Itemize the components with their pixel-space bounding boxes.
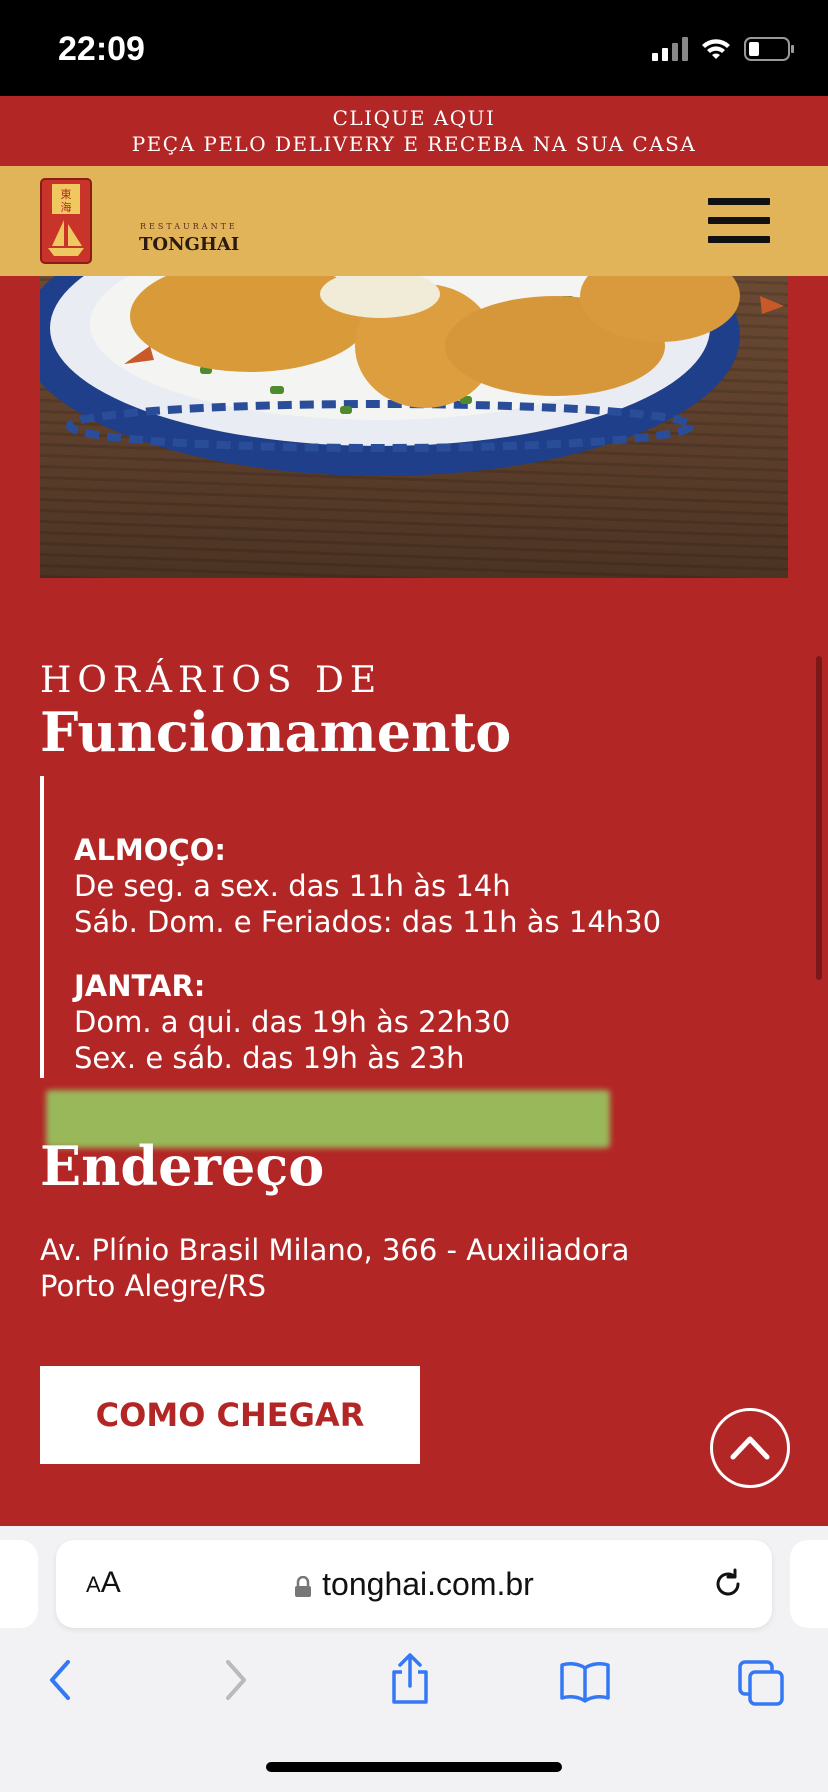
address-bar[interactable]: AA tonghai.com.br	[56, 1540, 772, 1628]
svg-text:東: 東	[61, 188, 72, 201]
logo-name: TONGHAI	[139, 234, 240, 255]
home-indicator[interactable]	[266, 1762, 562, 1772]
dinner-label: JANTAR:	[74, 969, 206, 1003]
dinner-hours: JANTAR: Dom. a qui. das 19h às 22h30 Sex…	[74, 968, 760, 1076]
hours-title: Funcionamento	[40, 700, 512, 764]
hamburger-menu-button[interactable]	[708, 198, 770, 244]
lunch-line-1: De seg. a sex. das 11h às 14h	[74, 869, 511, 903]
previous-tab-preview[interactable]	[0, 1540, 38, 1628]
site-header: 東 海 RESTAURANTE TONGHAI	[0, 166, 828, 276]
junk-boat-logo-icon: 東 海	[40, 178, 92, 264]
status-time: 22:09	[58, 30, 145, 68]
url-display[interactable]: tonghai.com.br	[56, 1566, 772, 1603]
forward-icon[interactable]	[216, 1650, 256, 1710]
address-line-2: Porto Alegre/RS	[40, 1269, 267, 1303]
signal-icon	[652, 37, 688, 61]
browser-toolbar	[0, 1650, 828, 1760]
promo-line-2: PEÇA PELO DELIVERY E RECEBA NA SUA CASA	[131, 132, 697, 156]
directions-button[interactable]: COMO CHEGAR	[40, 1366, 420, 1464]
back-icon[interactable]	[40, 1650, 80, 1710]
battery-icon	[744, 37, 794, 61]
next-tab-preview[interactable]	[790, 1540, 828, 1628]
tabs-icon[interactable]	[736, 1650, 788, 1710]
lunch-hours: ALMOÇO: De seg. a sex. das 11h às 14h Sá…	[74, 832, 760, 940]
menu-icon-bar	[708, 217, 770, 224]
dinner-line-1: Dom. a qui. das 19h às 22h30	[74, 1005, 511, 1039]
logo-subtitle: RESTAURANTE	[140, 222, 238, 231]
delivery-promo-link[interactable]: CLIQUE AQUI PEÇA PELO DELIVERY E RECEBA …	[0, 96, 828, 166]
menu-icon-bar	[708, 198, 770, 205]
fried-shrimp-plate-illustration	[40, 276, 784, 476]
url-text: tonghai.com.br	[322, 1566, 534, 1602]
promo-line-1: CLIQUE AQUI	[332, 106, 496, 130]
scroll-to-top-button[interactable]	[710, 1408, 790, 1488]
reload-icon[interactable]	[710, 1566, 746, 1602]
page-scrollbar[interactable]	[816, 656, 822, 980]
wifi-icon	[702, 39, 730, 59]
status-bar: 22:09	[0, 0, 828, 96]
chevron-up-icon	[730, 1436, 770, 1460]
svg-text:海: 海	[61, 200, 72, 214]
hours-eyebrow: HORÁRIOS DE	[40, 660, 383, 701]
dinner-line-2: Sex. e sáb. das 19h às 23h	[74, 1041, 465, 1075]
address-title: Endereço	[40, 1134, 325, 1198]
menu-icon-bar	[708, 236, 770, 243]
address-line-1: Av. Plínio Brasil Milano, 366 - Auxiliad…	[40, 1233, 630, 1267]
lock-icon	[295, 1575, 312, 1597]
hours-box: ALMOÇO: De seg. a sex. das 11h às 14h Sá…	[40, 776, 760, 1078]
status-icons	[652, 36, 796, 62]
browser-chrome: AA tonghai.com.br	[0, 1526, 828, 1792]
lunch-line-2: Sáb. Dom. e Feriados: das 11h às 14h30	[74, 905, 662, 939]
bookmarks-icon[interactable]	[558, 1650, 612, 1710]
food-image	[40, 276, 788, 578]
lunch-label: ALMOÇO:	[74, 833, 226, 867]
logo[interactable]: 東 海 RESTAURANTE TONGHAI	[40, 178, 239, 264]
address-text: Av. Plínio Brasil Milano, 366 - Auxiliad…	[40, 1232, 629, 1304]
share-icon[interactable]	[388, 1650, 432, 1710]
